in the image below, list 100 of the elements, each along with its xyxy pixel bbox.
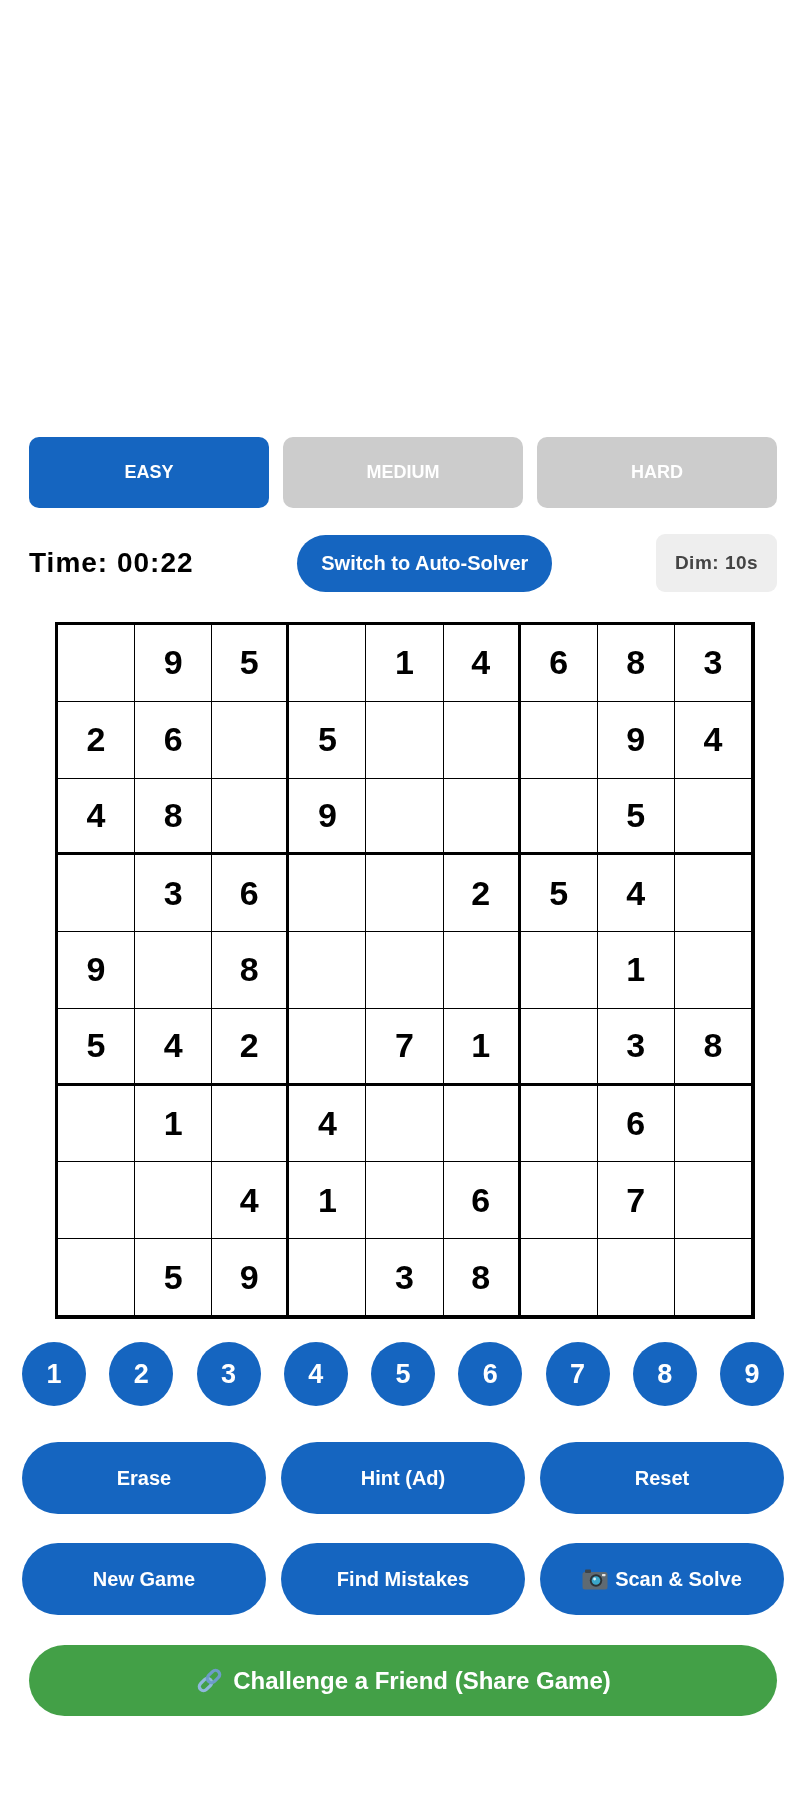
- sudoku-cell[interactable]: 6: [520, 625, 598, 702]
- sudoku-cell[interactable]: 4: [289, 1085, 367, 1163]
- sudoku-cell[interactable]: [520, 701, 598, 779]
- sudoku-cell[interactable]: [674, 932, 752, 1009]
- sudoku-cell[interactable]: 8: [597, 625, 675, 702]
- sudoku-cell[interactable]: 6: [597, 1085, 675, 1163]
- sudoku-cell[interactable]: 2: [58, 701, 136, 779]
- sudoku-cell[interactable]: [289, 1008, 367, 1086]
- sudoku-cell[interactable]: 4: [597, 855, 675, 933]
- sudoku-cell[interactable]: 8: [212, 932, 290, 1009]
- sudoku-cell[interactable]: [443, 778, 521, 856]
- sudoku-cell[interactable]: [135, 1162, 213, 1240]
- number-button[interactable]: 1: [22, 1342, 86, 1406]
- sudoku-cell[interactable]: [135, 932, 213, 1009]
- sudoku-cell[interactable]: 5: [289, 701, 367, 779]
- sudoku-cell[interactable]: 9: [597, 701, 675, 779]
- number-button[interactable]: 9: [720, 1342, 784, 1406]
- sudoku-cell[interactable]: [443, 1085, 521, 1163]
- sudoku-cell[interactable]: 3: [135, 855, 213, 933]
- sudoku-cell[interactable]: [366, 1085, 444, 1163]
- sudoku-cell[interactable]: [597, 1239, 675, 1316]
- sudoku-cell[interactable]: 3: [366, 1239, 444, 1316]
- sudoku-cell[interactable]: [674, 1162, 752, 1240]
- number-button[interactable]: 2: [109, 1342, 174, 1406]
- sudoku-cell[interactable]: 3: [597, 1008, 675, 1086]
- timer-text: Time: 00:22: [29, 547, 194, 579]
- sudoku-cell[interactable]: 4: [212, 1162, 290, 1240]
- sudoku-cell[interactable]: 6: [135, 701, 213, 779]
- sudoku-cell[interactable]: 8: [135, 778, 213, 856]
- sudoku-cell[interactable]: 7: [366, 1008, 444, 1086]
- number-button[interactable]: 3: [196, 1342, 261, 1406]
- sudoku-cell[interactable]: [520, 778, 598, 856]
- sudoku-cell[interactable]: 8: [443, 1239, 521, 1316]
- sudoku-cell[interactable]: [366, 1162, 444, 1240]
- auto-solver-button[interactable]: Switch to Auto-Solver: [297, 534, 553, 592]
- sudoku-cell[interactable]: 1: [366, 625, 444, 702]
- sudoku-cell[interactable]: [58, 1085, 136, 1163]
- sudoku-cell[interactable]: [366, 701, 444, 779]
- sudoku-cell[interactable]: 9: [135, 625, 213, 702]
- sudoku-cell[interactable]: 9: [58, 932, 136, 1009]
- sudoku-cell[interactable]: [212, 778, 290, 856]
- sudoku-cell[interactable]: [520, 1085, 598, 1163]
- sudoku-cell[interactable]: [674, 1239, 752, 1316]
- sudoku-cell[interactable]: 9: [289, 778, 367, 856]
- sudoku-cell[interactable]: [366, 855, 444, 933]
- sudoku-cell[interactable]: [674, 778, 752, 856]
- sudoku-cell[interactable]: 2: [443, 855, 521, 933]
- sudoku-cell[interactable]: [212, 701, 290, 779]
- number-button[interactable]: 6: [458, 1342, 523, 1406]
- difficulty-tab[interactable]: EASY: [29, 437, 269, 508]
- sudoku-cell[interactable]: [58, 855, 136, 933]
- sudoku-cell[interactable]: [212, 1085, 290, 1163]
- sudoku-cell[interactable]: [366, 932, 444, 1009]
- sudoku-cell[interactable]: [289, 625, 367, 702]
- number-button[interactable]: 8: [632, 1342, 697, 1406]
- sudoku-cell[interactable]: [289, 932, 367, 1009]
- sudoku-cell[interactable]: 6: [443, 1162, 521, 1240]
- action-button[interactable]: Reset: [540, 1442, 784, 1514]
- number-button[interactable]: 5: [371, 1342, 435, 1406]
- number-button[interactable]: 7: [545, 1342, 610, 1406]
- sudoku-cell[interactable]: 5: [212, 625, 290, 702]
- sudoku-cell[interactable]: 4: [58, 778, 136, 856]
- sudoku-cell[interactable]: 5: [58, 1008, 136, 1086]
- number-button[interactable]: 4: [283, 1342, 348, 1406]
- camera-icon: [582, 1568, 609, 1590]
- sudoku-cell[interactable]: 5: [135, 1239, 213, 1316]
- sudoku-cell[interactable]: [674, 855, 752, 933]
- action-button[interactable]: Erase: [22, 1442, 266, 1514]
- sudoku-cell[interactable]: 7: [597, 1162, 675, 1240]
- sudoku-cell[interactable]: 9: [212, 1239, 290, 1316]
- action-button[interactable]: Scan & Solve: [540, 1543, 784, 1615]
- sudoku-cell[interactable]: 4: [135, 1008, 213, 1086]
- sudoku-cell[interactable]: 1: [135, 1085, 213, 1163]
- sudoku-cell[interactable]: [58, 625, 136, 702]
- sudoku-cell[interactable]: 5: [597, 778, 675, 856]
- sudoku-cell[interactable]: [443, 932, 521, 1009]
- sudoku-cell[interactable]: [58, 1162, 136, 1240]
- action-button[interactable]: Hint (Ad): [281, 1442, 525, 1514]
- sudoku-cell[interactable]: 4: [674, 701, 752, 779]
- sudoku-cell[interactable]: 1: [443, 1008, 521, 1086]
- sudoku-cell[interactable]: 5: [520, 855, 598, 933]
- sudoku-cell[interactable]: 8: [674, 1008, 752, 1086]
- action-button[interactable]: New Game: [22, 1543, 266, 1615]
- action-button[interactable]: Find Mistakes: [281, 1543, 525, 1615]
- sudoku-cell[interactable]: [58, 1239, 136, 1316]
- sudoku-cell[interactable]: [289, 1239, 367, 1316]
- sudoku-cell[interactable]: 1: [289, 1162, 367, 1240]
- sudoku-cell[interactable]: [443, 701, 521, 779]
- sudoku-cell[interactable]: [674, 1085, 752, 1163]
- sudoku-cell[interactable]: [366, 778, 444, 856]
- sudoku-cell[interactable]: [520, 1239, 598, 1316]
- sudoku-cell[interactable]: 6: [212, 855, 290, 933]
- sudoku-cell[interactable]: 4: [443, 625, 521, 702]
- sudoku-cell[interactable]: 2: [212, 1008, 290, 1086]
- sudoku-cell[interactable]: [520, 1008, 598, 1086]
- sudoku-cell[interactable]: 3: [674, 625, 752, 702]
- sudoku-cell[interactable]: [520, 932, 598, 1009]
- sudoku-cell[interactable]: [520, 1162, 598, 1240]
- sudoku-cell[interactable]: [289, 855, 367, 933]
- sudoku-cell[interactable]: 1: [597, 932, 675, 1009]
